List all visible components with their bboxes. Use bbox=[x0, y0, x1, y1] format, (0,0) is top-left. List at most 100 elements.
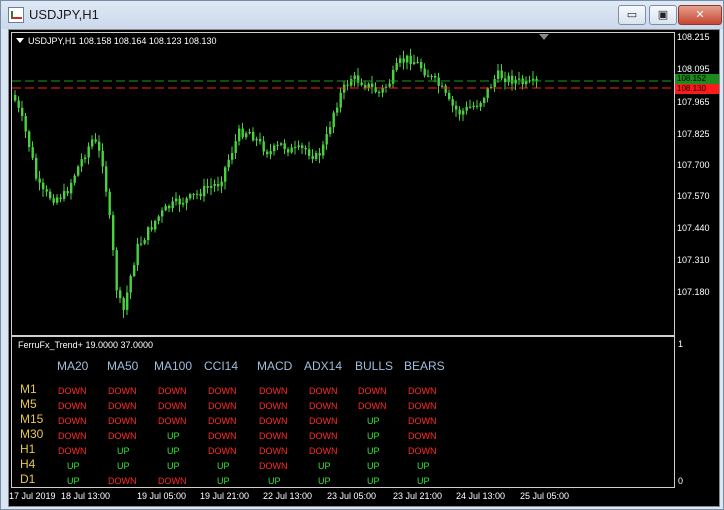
maximize-button[interactable]: ▣ bbox=[649, 5, 677, 25]
time-tick-label: 25 Jul 05:00 bbox=[520, 491, 570, 501]
candle-body bbox=[290, 147, 293, 153]
trend-cell: UP bbox=[367, 431, 380, 441]
candle-body bbox=[448, 92, 451, 100]
candle-body bbox=[147, 227, 150, 241]
candle-body bbox=[315, 153, 318, 160]
price-tick-label: 108.215 bbox=[677, 32, 710, 42]
candle-body bbox=[199, 193, 202, 197]
price-tick-label: 107.700 bbox=[677, 160, 710, 170]
trend-cell: DOWN bbox=[158, 401, 187, 411]
time-tick-label: 17 Jul 2019 bbox=[9, 491, 56, 501]
candle-body bbox=[297, 145, 300, 147]
minimize-button[interactable]: ▭ bbox=[618, 5, 646, 25]
candle-body bbox=[325, 133, 328, 145]
candle-body bbox=[231, 153, 234, 160]
candle-body bbox=[94, 139, 97, 142]
title-bar[interactable]: USDJPY,H1 ▭ ▣ ✕ bbox=[1, 1, 723, 29]
candle-body bbox=[210, 185, 213, 188]
column-header: MACD bbox=[257, 359, 293, 373]
price-chart[interactable]: USDJPY,H1 108.158 108.164 108.123 108.13… bbox=[11, 32, 675, 336]
candle-body bbox=[465, 106, 468, 111]
candle-body bbox=[133, 265, 136, 277]
trend-cell: DOWN bbox=[208, 401, 237, 411]
trend-cell: DOWN bbox=[108, 416, 137, 426]
trend-cell: DOWN bbox=[58, 446, 87, 456]
candle-body bbox=[490, 86, 493, 89]
price-tick-label: 108.095 bbox=[677, 64, 710, 74]
candle-body bbox=[469, 106, 472, 108]
trend-cell: DOWN bbox=[358, 386, 387, 396]
time-tick-label: 22 Jul 13:00 bbox=[263, 491, 313, 501]
trend-cell: DOWN bbox=[309, 431, 338, 441]
candle-body bbox=[430, 75, 433, 77]
trend-cell: DOWN bbox=[158, 476, 187, 486]
trend-cell: DOWN bbox=[208, 386, 237, 396]
candle-body bbox=[318, 153, 321, 156]
candle-body bbox=[339, 92, 342, 108]
trend-cell: DOWN bbox=[58, 431, 87, 441]
candle-body bbox=[70, 182, 73, 194]
candle-body bbox=[378, 91, 381, 93]
candle-body bbox=[252, 131, 255, 141]
candle-body bbox=[224, 167, 227, 182]
bid-price-tag: 108.130 bbox=[675, 84, 719, 94]
timeframe-label: H4 bbox=[20, 457, 36, 471]
candle-body bbox=[101, 150, 104, 167]
trend-cell: UP bbox=[117, 461, 130, 471]
candle-body bbox=[122, 298, 125, 310]
candle-body bbox=[416, 62, 419, 64]
candle-body bbox=[357, 75, 360, 83]
chart-shift-icon[interactable] bbox=[539, 34, 549, 40]
candle-body bbox=[500, 70, 503, 79]
candle-body bbox=[395, 63, 398, 71]
close-button[interactable]: ✕ bbox=[678, 5, 722, 25]
candle-body bbox=[136, 243, 139, 266]
candle-body bbox=[28, 131, 31, 148]
candle-body bbox=[213, 184, 216, 186]
candle-body bbox=[350, 79, 353, 86]
candle-body bbox=[185, 198, 188, 204]
trend-cell: DOWN bbox=[108, 431, 137, 441]
trend-cell: UP bbox=[117, 446, 130, 456]
candle-body bbox=[371, 83, 374, 88]
candle-body bbox=[217, 184, 220, 187]
trend-cell: DOWN bbox=[259, 461, 288, 471]
trend-cell: UP bbox=[67, 461, 80, 471]
candle-body bbox=[255, 138, 258, 141]
candle-body bbox=[178, 198, 181, 205]
trend-cell: DOWN bbox=[408, 446, 437, 456]
candle-body bbox=[269, 151, 272, 155]
candle-body bbox=[24, 115, 27, 132]
candle-body bbox=[227, 159, 230, 168]
candle-body bbox=[462, 110, 465, 115]
trend-cell: UP bbox=[67, 476, 80, 486]
ohlc-readout: USDJPY,H1 108.158 108.164 108.123 108.13… bbox=[28, 36, 217, 46]
time-tick-label: 19 Jul 05:00 bbox=[137, 491, 187, 501]
candle-body bbox=[115, 250, 118, 291]
timeframe-label: H1 bbox=[20, 442, 36, 456]
candle-body bbox=[518, 78, 521, 80]
indicator-window[interactable]: FerruFx_Trend+ 19.0000 37.0000 MA20 MA50 M… bbox=[11, 336, 675, 488]
trend-cell: DOWN bbox=[58, 386, 87, 396]
ask-price-tag: 108.152 bbox=[675, 74, 719, 84]
candle-body bbox=[423, 68, 426, 76]
trend-cell: DOWN bbox=[408, 401, 437, 411]
trend-cell: DOWN bbox=[408, 386, 437, 396]
timeframe-label: D1 bbox=[20, 472, 36, 486]
candle-body bbox=[84, 157, 87, 160]
candle-body bbox=[168, 205, 171, 209]
candle-body bbox=[119, 290, 122, 299]
trend-cell: DOWN bbox=[259, 401, 288, 411]
candle-body bbox=[514, 79, 517, 84]
candle-body bbox=[280, 143, 283, 145]
candle-body bbox=[56, 197, 59, 203]
trend-cell: DOWN bbox=[358, 401, 387, 411]
candle-body bbox=[171, 201, 174, 209]
trend-cell: DOWN bbox=[309, 386, 338, 396]
trend-cell: UP bbox=[217, 461, 230, 471]
dropdown-icon[interactable] bbox=[16, 38, 24, 43]
candle-body bbox=[91, 139, 94, 147]
trend-cell: UP bbox=[367, 461, 380, 471]
candle-body bbox=[175, 198, 178, 202]
column-header: MA20 bbox=[57, 359, 89, 373]
